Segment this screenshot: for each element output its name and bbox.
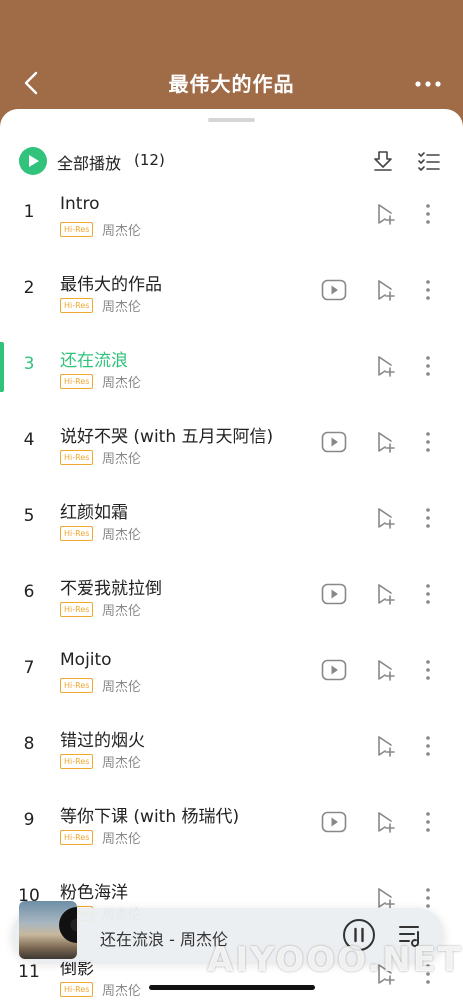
video-play-icon[interactable]	[321, 583, 347, 605]
add-to-playlist-icon[interactable]	[374, 278, 398, 302]
song-row[interactable]: 4 说好不哭 (with 五月天阿信) Hi-Res 周杰伦	[0, 410, 463, 486]
song-artist[interactable]: 周杰伦	[102, 676, 141, 695]
more-vertical-icon[interactable]	[418, 582, 438, 606]
hi-res-badge: Hi-Res	[60, 830, 94, 845]
song-row[interactable]: 8 错过的烟火 Hi-Res 周杰伦	[0, 714, 463, 790]
more-vertical-icon[interactable]	[418, 886, 438, 910]
video-play-icon[interactable]	[321, 279, 347, 301]
song-index: 5	[23, 506, 35, 526]
play-circle-icon	[29, 155, 39, 167]
more-vertical-icon[interactable]	[418, 202, 438, 226]
song-row[interactable]: 7 Mojito Hi-Res 周杰伦	[0, 638, 463, 714]
more-vertical-icon[interactable]	[418, 430, 438, 454]
video-play-icon[interactable]	[321, 659, 347, 681]
add-to-playlist-icon[interactable]	[374, 354, 398, 378]
download-icon[interactable]	[371, 149, 395, 173]
song-index: 9	[23, 810, 35, 830]
song-row[interactable]: 3 还在流浪 Hi-Res 周杰伦	[0, 334, 463, 410]
add-to-playlist-icon[interactable]	[374, 506, 398, 530]
song-title[interactable]: 错过的烟火	[60, 726, 145, 751]
more-vertical-icon[interactable]	[418, 810, 438, 834]
song-artist[interactable]: 周杰伦	[102, 220, 141, 239]
song-title[interactable]: Mojito	[60, 650, 112, 670]
song-list: 1 Intro Hi-Res 周杰伦 2 最伟大的作品 Hi-Res 周杰伦 3 还在流浪 Hi…	[0, 182, 463, 1000]
song-count: (12)	[134, 151, 165, 169]
vinyl-disc	[59, 907, 77, 943]
page-title: 最伟大的作品	[168, 72, 295, 96]
list-toolbar: 全部播放 (12)	[0, 145, 463, 175]
song-title[interactable]: Intro	[60, 194, 99, 214]
add-to-playlist-icon[interactable]	[374, 430, 398, 454]
song-list-sheet: 全部播放 (12) 1 Intro Hi-Res 周杰伦 2 最伟大的作品 Hi-Res 周…	[0, 109, 463, 1000]
song-title[interactable]: 等你下课 (with 杨瑞代)	[60, 802, 239, 827]
hi-res-badge: Hi-Res	[60, 754, 94, 769]
song-row[interactable]: 9 等你下课 (with 杨瑞代) Hi-Res 周杰伦	[0, 790, 463, 866]
more-vertical-icon[interactable]	[418, 734, 438, 758]
play-all-label[interactable]: 全部播放	[57, 150, 121, 174]
song-index: 4	[23, 430, 35, 450]
album-art[interactable]	[19, 901, 77, 959]
add-to-playlist-icon[interactable]	[374, 810, 398, 834]
song-title[interactable]: 粉色海洋	[60, 878, 128, 903]
song-index: 3	[23, 354, 35, 374]
add-to-playlist-icon[interactable]	[374, 886, 398, 910]
hi-res-badge: Hi-Res	[60, 222, 94, 237]
song-index: 2	[23, 278, 35, 298]
song-artist[interactable]: 周杰伦	[102, 980, 141, 999]
song-artist[interactable]: 周杰伦	[102, 448, 141, 467]
add-to-playlist-icon[interactable]	[374, 734, 398, 758]
song-artist[interactable]: 周杰伦	[102, 752, 141, 771]
video-play-icon[interactable]	[321, 811, 347, 833]
song-index: 11	[18, 962, 40, 982]
hi-res-badge: Hi-Res	[60, 602, 94, 617]
more-vertical-icon[interactable]	[418, 506, 438, 530]
more-vertical-icon[interactable]	[418, 658, 438, 682]
add-to-playlist-icon[interactable]	[374, 582, 398, 606]
song-artist[interactable]: 周杰伦	[102, 524, 141, 543]
song-artist[interactable]: 周杰伦	[102, 372, 141, 391]
song-index: 1	[23, 202, 35, 222]
song-row[interactable]: 5 红颜如霜 Hi-Res 周杰伦	[0, 486, 463, 562]
hi-res-badge: Hi-Res	[60, 678, 94, 693]
add-to-playlist-icon[interactable]	[374, 202, 398, 226]
song-title[interactable]: 说好不哭 (with 五月天阿信)	[60, 422, 273, 447]
hi-res-badge: Hi-Res	[60, 450, 94, 465]
song-row[interactable]: 2 最伟大的作品 Hi-Res 周杰伦	[0, 258, 463, 334]
checklist-icon[interactable]	[417, 149, 441, 173]
drag-handle[interactable]	[208, 118, 255, 122]
song-title[interactable]: 还在流浪	[60, 346, 128, 371]
watermark: AIYOOO.NET	[207, 940, 463, 980]
hi-res-badge: Hi-Res	[60, 374, 94, 389]
home-indicator	[149, 985, 315, 990]
video-play-icon[interactable]	[321, 431, 347, 453]
more-horizontal-icon	[415, 81, 441, 87]
song-row[interactable]: 6 不爱我就拉倒 Hi-Res 周杰伦	[0, 562, 463, 638]
song-index: 6	[23, 582, 35, 602]
more-vertical-icon[interactable]	[418, 278, 438, 302]
more-button[interactable]	[411, 72, 445, 96]
hi-res-badge: Hi-Res	[60, 526, 94, 541]
header: 最伟大的作品	[0, 0, 463, 118]
song-artist[interactable]: 周杰伦	[102, 296, 141, 315]
song-artist[interactable]: 周杰伦	[102, 828, 141, 847]
song-title[interactable]: 不爱我就拉倒	[60, 574, 162, 599]
add-to-playlist-icon[interactable]	[374, 658, 398, 682]
hi-res-badge: Hi-Res	[60, 982, 94, 997]
song-title[interactable]: 红颜如霜	[60, 498, 128, 523]
more-vertical-icon[interactable]	[418, 354, 438, 378]
song-index: 7	[23, 658, 35, 678]
hi-res-badge: Hi-Res	[60, 298, 94, 313]
song-index: 8	[23, 734, 35, 754]
song-title[interactable]: 最伟大的作品	[60, 270, 162, 295]
play-all-button[interactable]	[19, 147, 47, 175]
song-row[interactable]: 1 Intro Hi-Res 周杰伦	[0, 182, 463, 258]
song-artist[interactable]: 周杰伦	[102, 600, 141, 619]
